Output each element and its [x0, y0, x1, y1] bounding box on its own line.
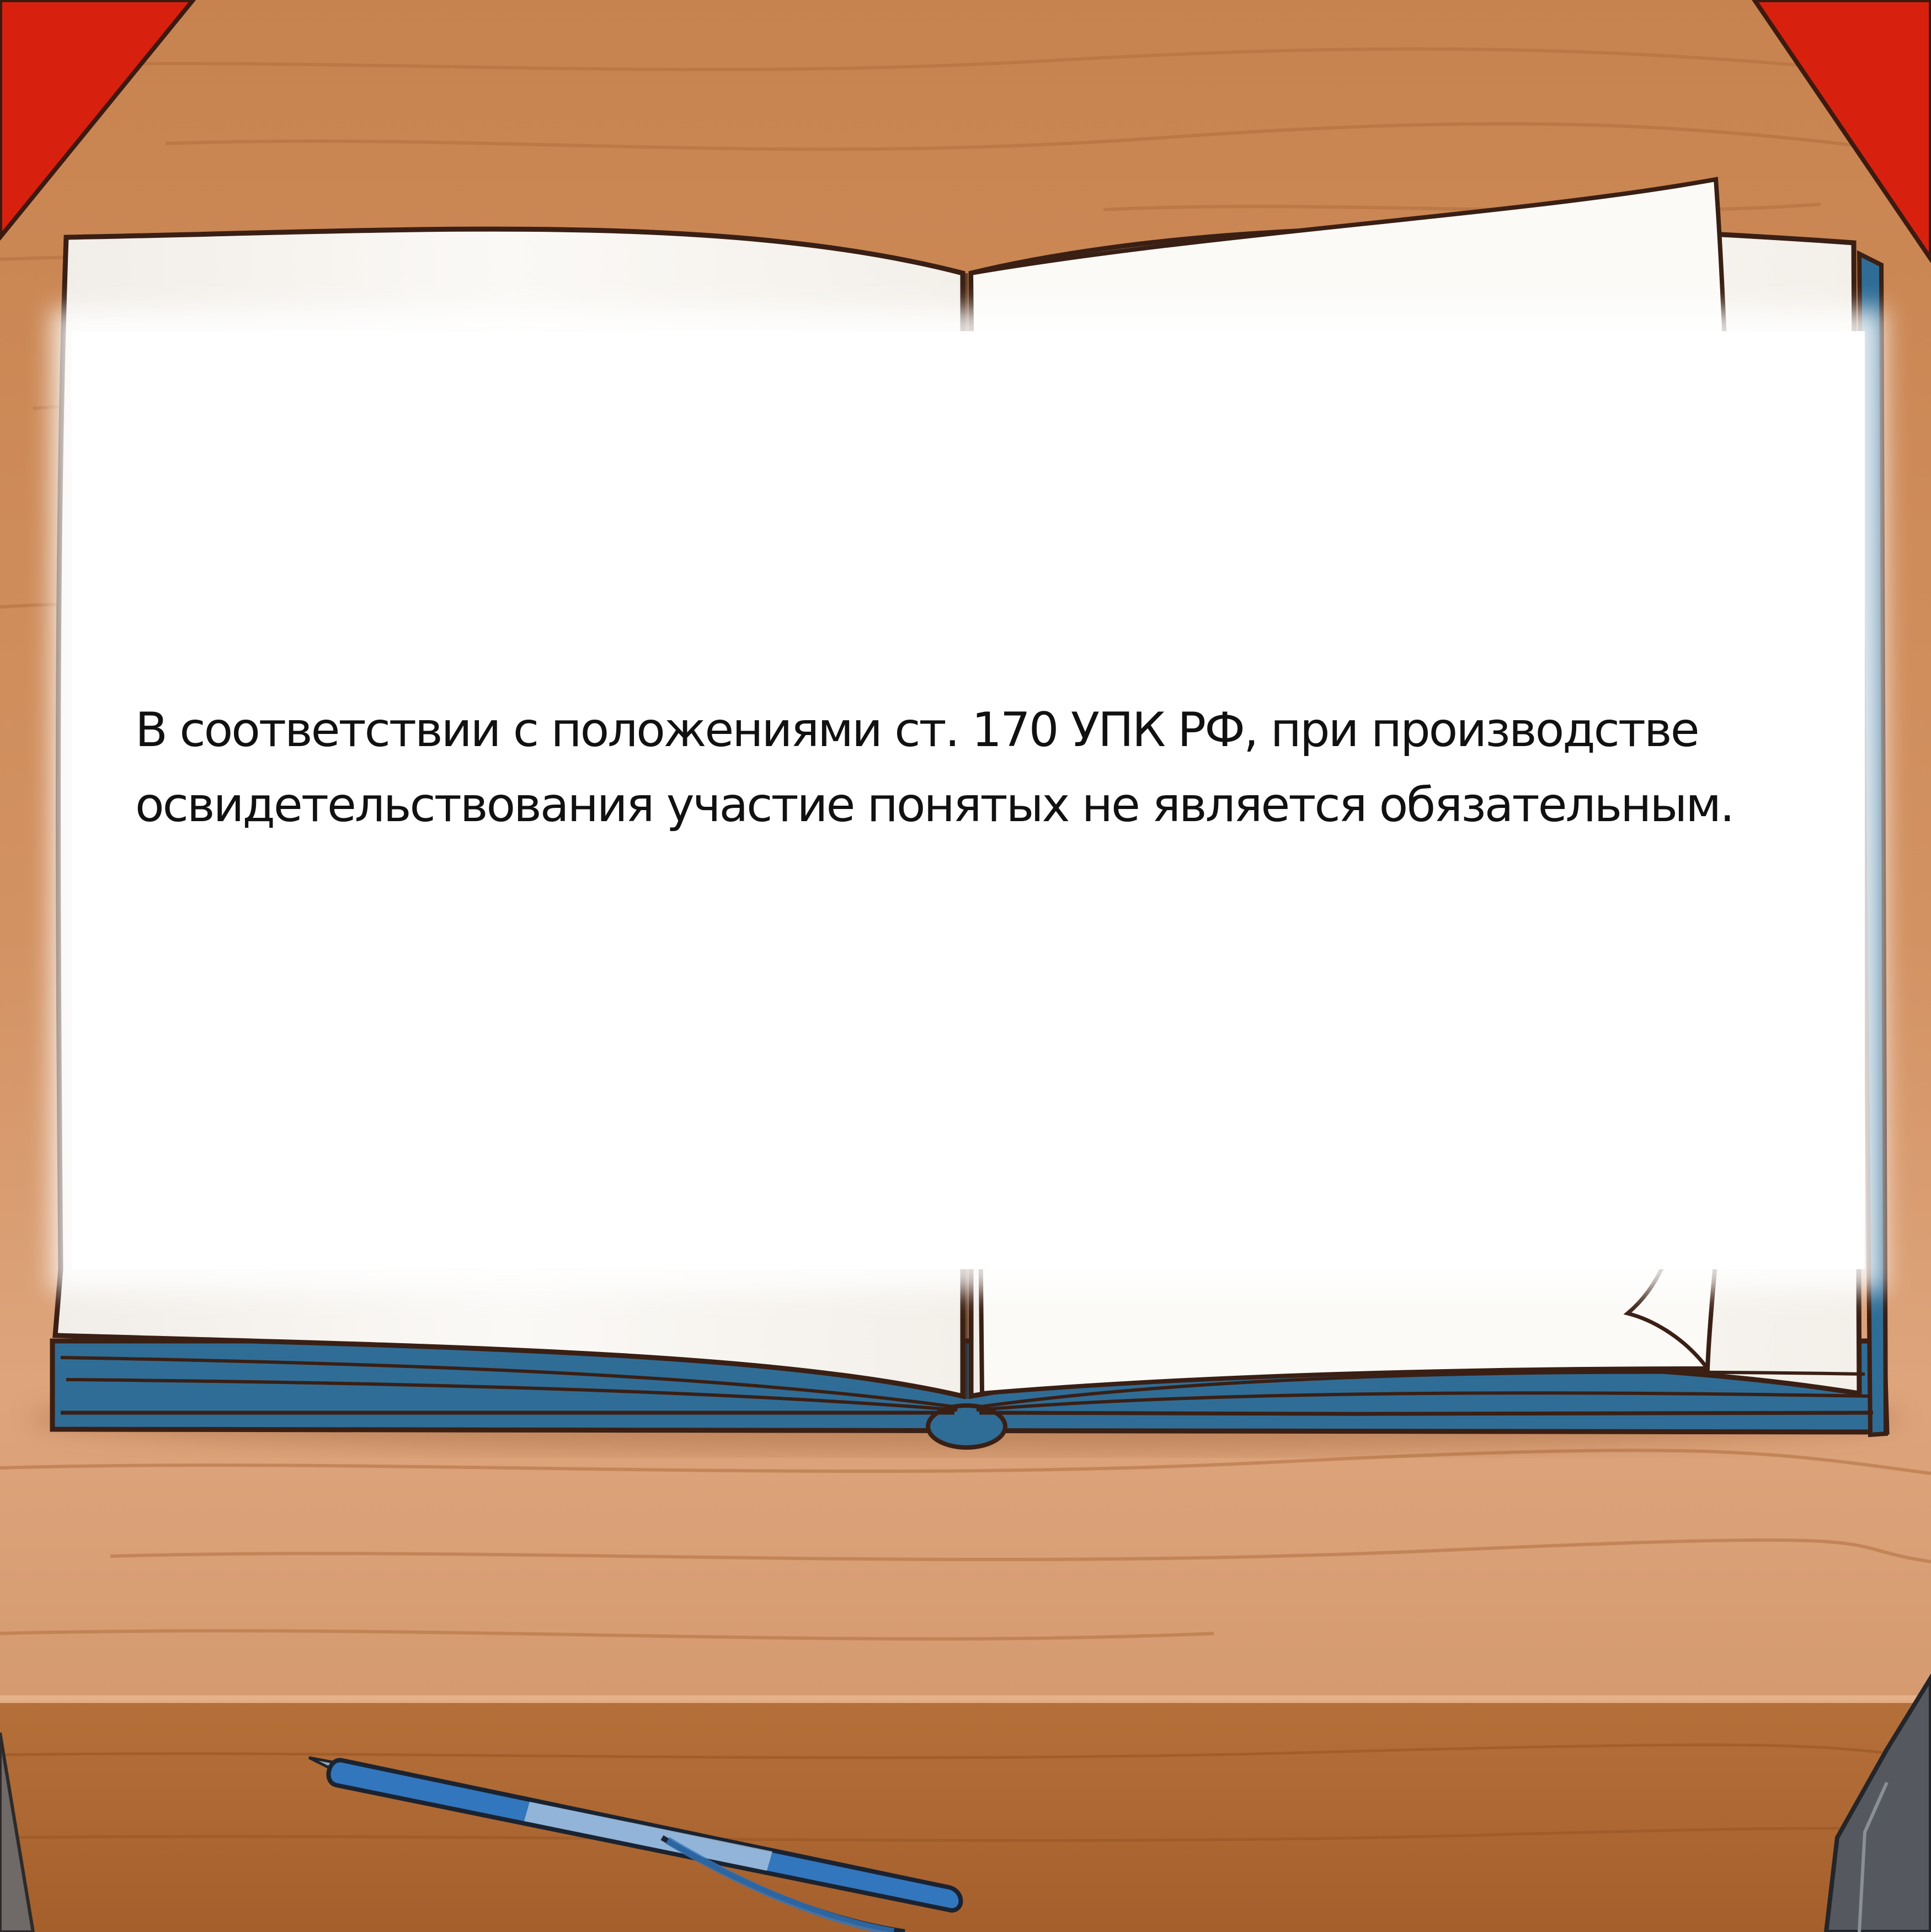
statement-line-2: освидетельствования участие понятых не я…: [135, 778, 1735, 833]
statement-line-1: В соответствии с положениями ст. 170 УПК…: [135, 702, 1700, 758]
statement-text: В соответствии с положениями ст. 170 УПК…: [135, 693, 1790, 843]
desk-front: [0, 1700, 1931, 1932]
desk-scene: [0, 0, 1931, 1932]
